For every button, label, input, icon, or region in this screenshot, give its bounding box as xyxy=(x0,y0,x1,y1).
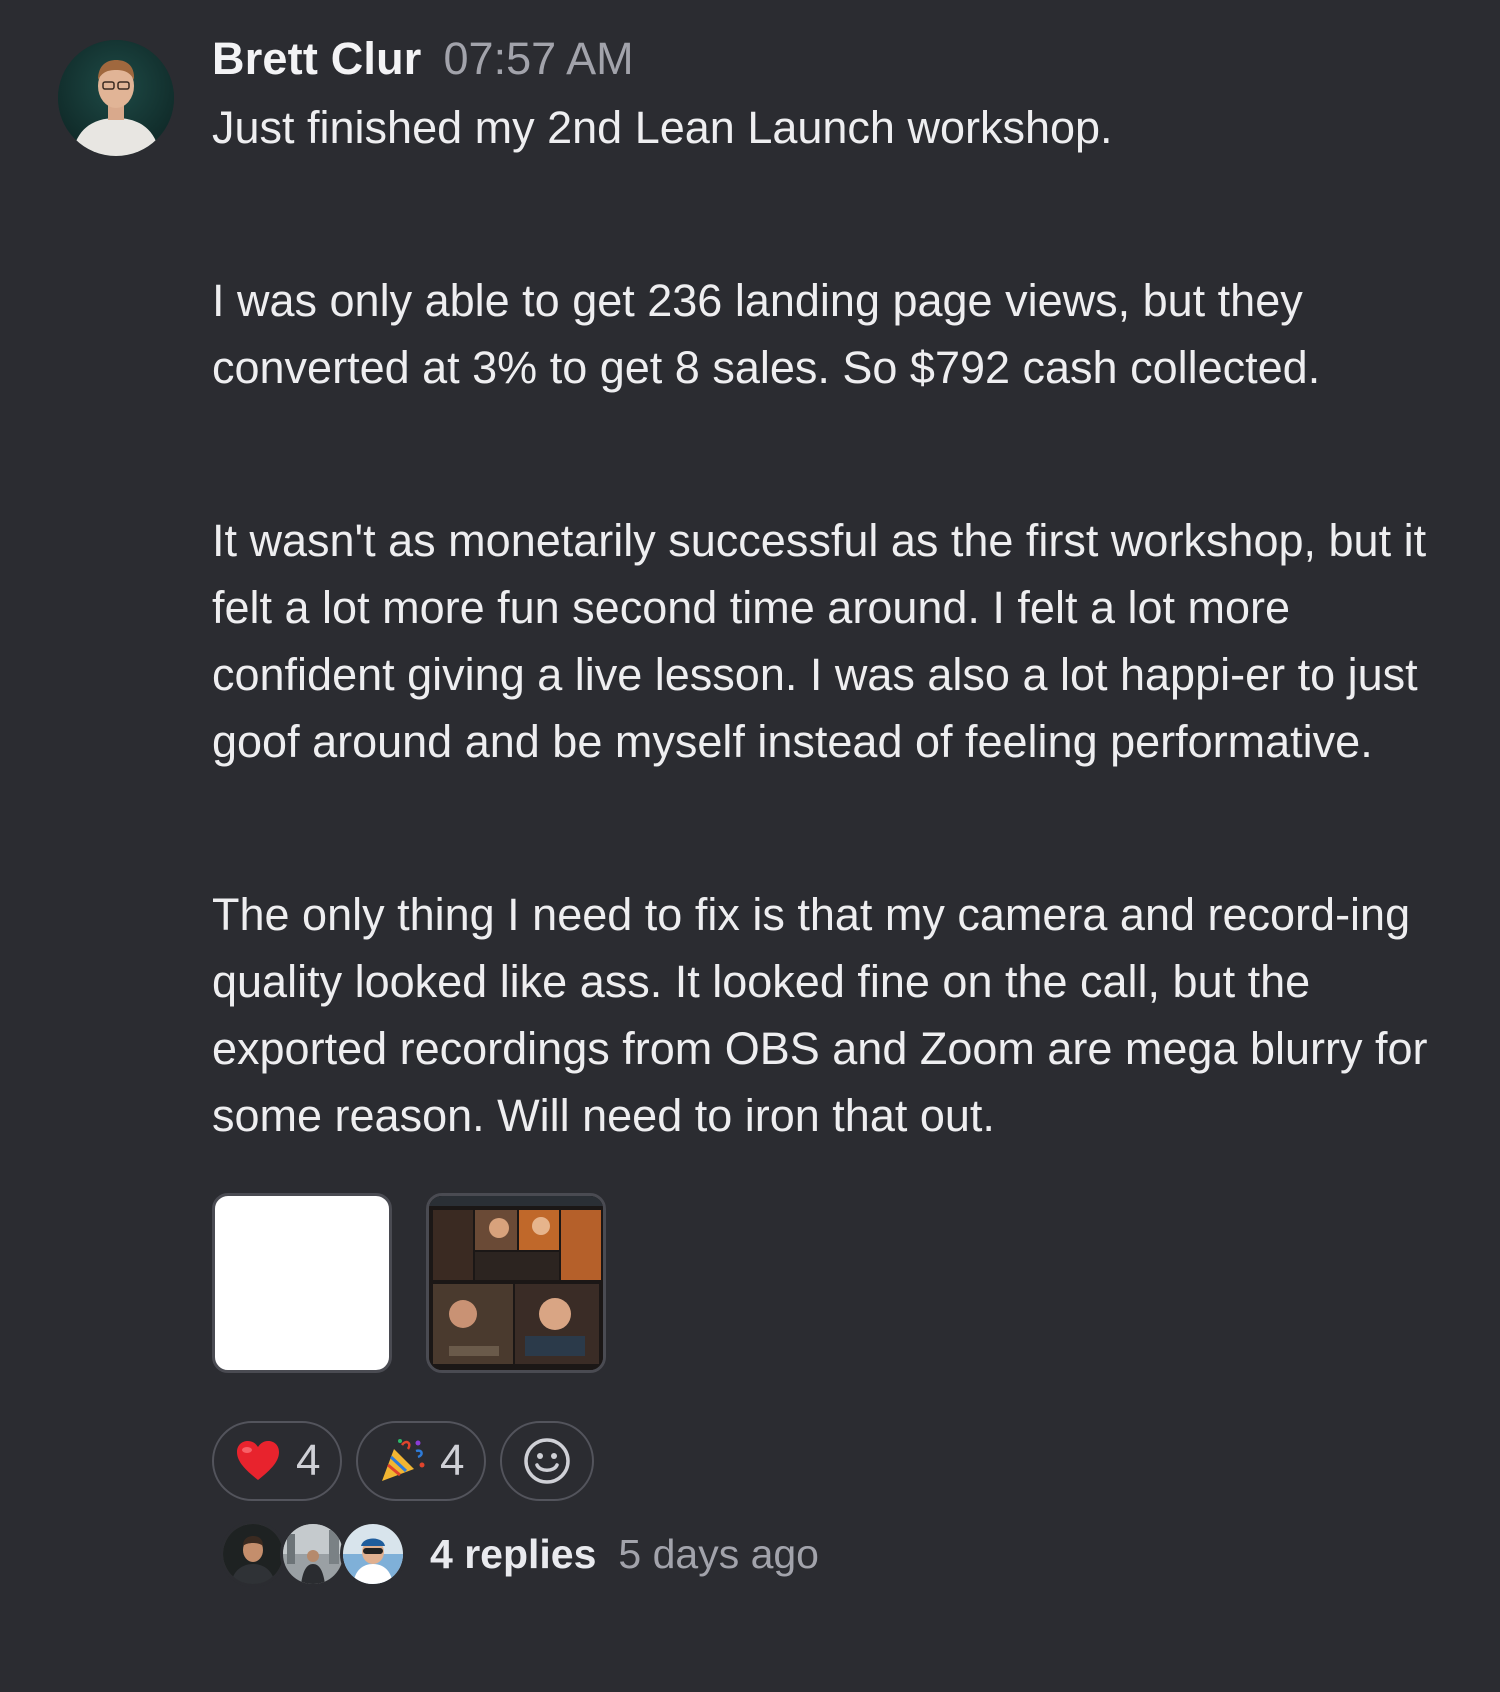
message-paragraph: The only thing I need to fix is that my … xyxy=(212,889,1428,1141)
party-popper-emoji-icon xyxy=(382,1439,425,1481)
chat-message: Brett Clur 07:57 AM Just finished my 2nd… xyxy=(0,0,1500,1692)
author-avatar[interactable] xyxy=(58,40,174,156)
reactions-bar: 4 4 xyxy=(212,1421,1452,1501)
smiley-add-icon xyxy=(524,1438,570,1484)
message-timestamp[interactable]: 07:57 AM xyxy=(444,33,634,85)
attachment-image-video-call[interactable] xyxy=(426,1193,606,1373)
reaction-heart[interactable]: 4 xyxy=(212,1421,342,1501)
reply-avatars xyxy=(220,1521,406,1587)
message-paragraph: Just finished my 2nd Lean Launch worksho… xyxy=(212,102,1113,153)
reaction-party[interactable]: 4 xyxy=(356,1421,486,1501)
message-paragraph: I was only able to get 236 landing page … xyxy=(212,275,1321,393)
participant-avatar xyxy=(280,1521,346,1587)
participant-avatar xyxy=(220,1521,286,1587)
message-content: Brett Clur 07:57 AM Just finished my 2nd… xyxy=(212,24,1452,1587)
message-paragraph: It wasn't as monetarily successful as th… xyxy=(212,515,1427,767)
participant-avatar xyxy=(340,1521,406,1587)
author-name[interactable]: Brett Clur xyxy=(212,33,422,85)
reaction-count: 4 xyxy=(440,1436,465,1485)
attachments xyxy=(212,1193,1452,1373)
reply-count[interactable]: 4 replies xyxy=(430,1531,596,1578)
last-reply-time: 5 days ago xyxy=(618,1530,819,1577)
heart-emoji-icon xyxy=(237,1441,279,1480)
attachment-image-blank[interactable] xyxy=(212,1193,392,1373)
thread-summary[interactable]: 4 replies 5 days ago xyxy=(220,1521,1452,1587)
add-reaction-button[interactable] xyxy=(500,1421,594,1501)
message-header: Brett Clur 07:57 AM xyxy=(212,24,1452,94)
reaction-count: 4 xyxy=(296,1436,321,1485)
